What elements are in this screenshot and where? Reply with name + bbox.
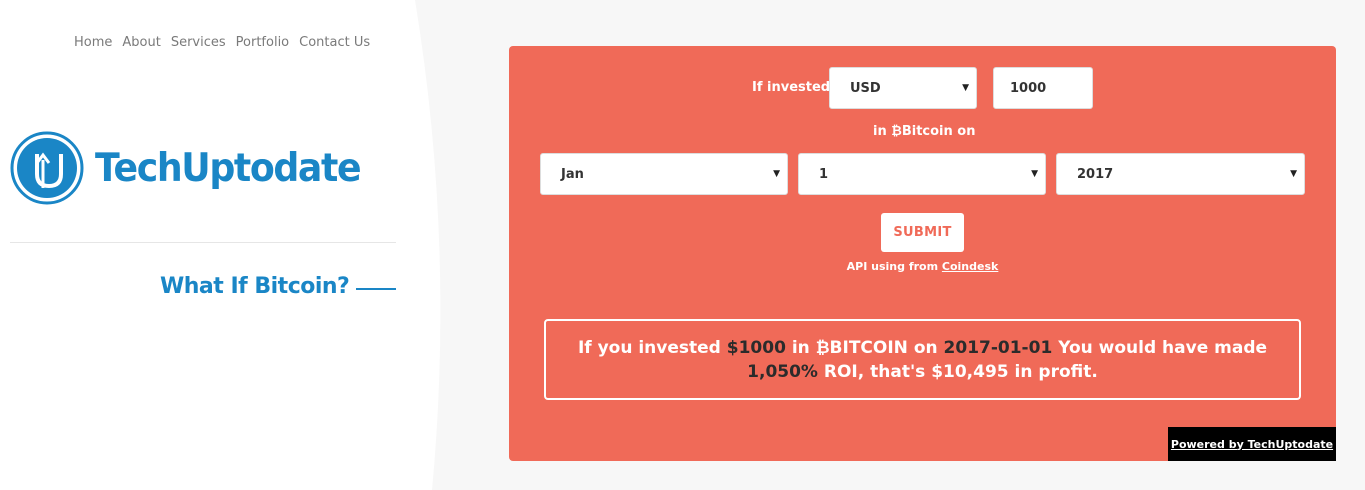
nav-services[interactable]: Services <box>171 35 226 50</box>
currency-value: USD <box>850 80 881 96</box>
year-select[interactable]: 2017 ▼ <box>1056 153 1305 195</box>
api-credit-text: API using from <box>846 260 939 273</box>
title-decor-line <box>356 288 396 290</box>
currency-select[interactable]: USD ▼ <box>829 67 977 109</box>
dropdown-arrow-icon: ▼ <box>773 169 780 179</box>
site-title: What If Bitcoin? <box>160 274 350 299</box>
day-value: 1 <box>819 166 829 182</box>
day-select[interactable]: 1 ▼ <box>798 153 1046 195</box>
logo-text: TechUptodate <box>95 145 362 191</box>
result-roi: 1,050% <box>747 361 818 382</box>
powered-by-badge[interactable]: Powered by TechUptodate <box>1168 427 1336 461</box>
result-text: If you invested $1000 in ₿BITCOIN on 201… <box>566 336 1279 384</box>
result-box: If you invested $1000 in ₿BITCOIN on 201… <box>544 319 1301 400</box>
year-value: 2017 <box>1077 166 1114 182</box>
nav-home[interactable]: Home <box>74 35 112 50</box>
divider <box>10 242 396 243</box>
main-nav: Home About Services Portfolio Contact Us <box>74 35 380 50</box>
amount-input[interactable]: 1000 <box>993 67 1093 109</box>
month-value: Jan <box>561 166 584 182</box>
api-credit: API using from Coindesk <box>509 260 1336 273</box>
calculator-panel: If invested USD ▼ 1000 in ₿Bitcoin on Ja… <box>509 46 1336 461</box>
left-panel: Home About Services Portfolio Contact Us… <box>0 0 520 490</box>
if-invested-label: If invested <box>752 80 831 95</box>
nav-contact-us[interactable]: Contact Us <box>299 35 370 50</box>
left-panel-background <box>0 0 441 490</box>
result-text-part: ROI, that's $10,495 in profit. <box>817 361 1098 382</box>
result-amount: $1000 <box>726 337 786 358</box>
result-text-part: If you invested <box>577 337 727 358</box>
site-logo[interactable]: TechUptodate <box>10 130 380 206</box>
result-text-part: You would have made <box>1052 337 1268 358</box>
dropdown-arrow-icon: ▼ <box>1290 169 1297 179</box>
logo-mark-icon <box>10 131 84 205</box>
result-date: 2017-01-01 <box>943 337 1053 358</box>
in-bitcoin-label: in ₿Bitcoin on <box>873 124 976 139</box>
submit-button[interactable]: SUBMIT <box>881 213 964 252</box>
nav-about[interactable]: About <box>122 35 160 50</box>
dropdown-arrow-icon: ▼ <box>962 83 969 93</box>
dropdown-arrow-icon: ▼ <box>1031 169 1038 179</box>
coindesk-link[interactable]: Coindesk <box>942 260 998 273</box>
month-select[interactable]: Jan ▼ <box>540 153 788 195</box>
nav-portfolio[interactable]: Portfolio <box>236 35 289 50</box>
result-text-part: in ₿BITCOIN on <box>785 337 944 358</box>
